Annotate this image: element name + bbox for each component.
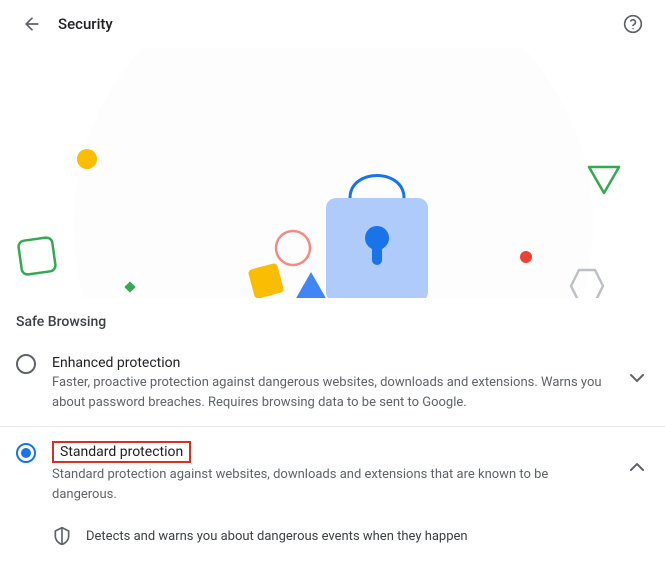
shield-icon — [52, 526, 72, 546]
option-body: Enhanced protection Faster, proactive pr… — [52, 352, 613, 412]
blue-triangle-icon — [293, 270, 329, 298]
page-title: Security — [58, 15, 617, 33]
standard-detail-row: Detects and warns you about dangerous ev… — [0, 518, 665, 556]
option-enhanced-protection[interactable]: Enhanced protection Faster, proactive pr… — [0, 338, 665, 426]
help-button[interactable] — [617, 8, 649, 40]
red-dot-icon — [519, 250, 533, 264]
lock-icon — [322, 153, 432, 298]
yellow-square-icon — [243, 258, 289, 298]
back-button[interactable] — [16, 8, 48, 40]
green-triangle-icon — [585, 163, 623, 197]
hero-illustration — [0, 48, 665, 298]
option-desc-enhanced: Faster, proactive protection against dan… — [52, 373, 613, 412]
green-square-icon — [14, 233, 60, 279]
option-standard-protection[interactable]: Standard protection Standard protection … — [0, 426, 665, 518]
section-label-safe-browsing: Safe Browsing — [0, 298, 665, 338]
header: Security — [0, 0, 665, 48]
radio-standard[interactable] — [16, 443, 36, 463]
expand-enhanced[interactable] — [625, 366, 649, 390]
help-icon — [623, 14, 643, 34]
radio-enhanced[interactable] — [16, 354, 36, 374]
chevron-up-icon — [625, 455, 649, 479]
standard-detail-text: Detects and warns you about dangerous ev… — [86, 529, 468, 544]
option-body: Standard protection Standard protection … — [52, 441, 613, 504]
option-title-standard: Standard protection — [52, 441, 191, 463]
collapse-standard[interactable] — [625, 455, 649, 479]
grey-hexagon-icon — [567, 266, 607, 298]
green-diamond-icon — [122, 279, 138, 295]
option-desc-standard: Standard protection against websites, do… — [52, 465, 613, 504]
arrow-left-icon — [22, 14, 42, 34]
chevron-down-icon — [625, 366, 649, 390]
option-title-enhanced: Enhanced protection — [52, 355, 180, 371]
yellow-circle-icon — [76, 148, 98, 170]
